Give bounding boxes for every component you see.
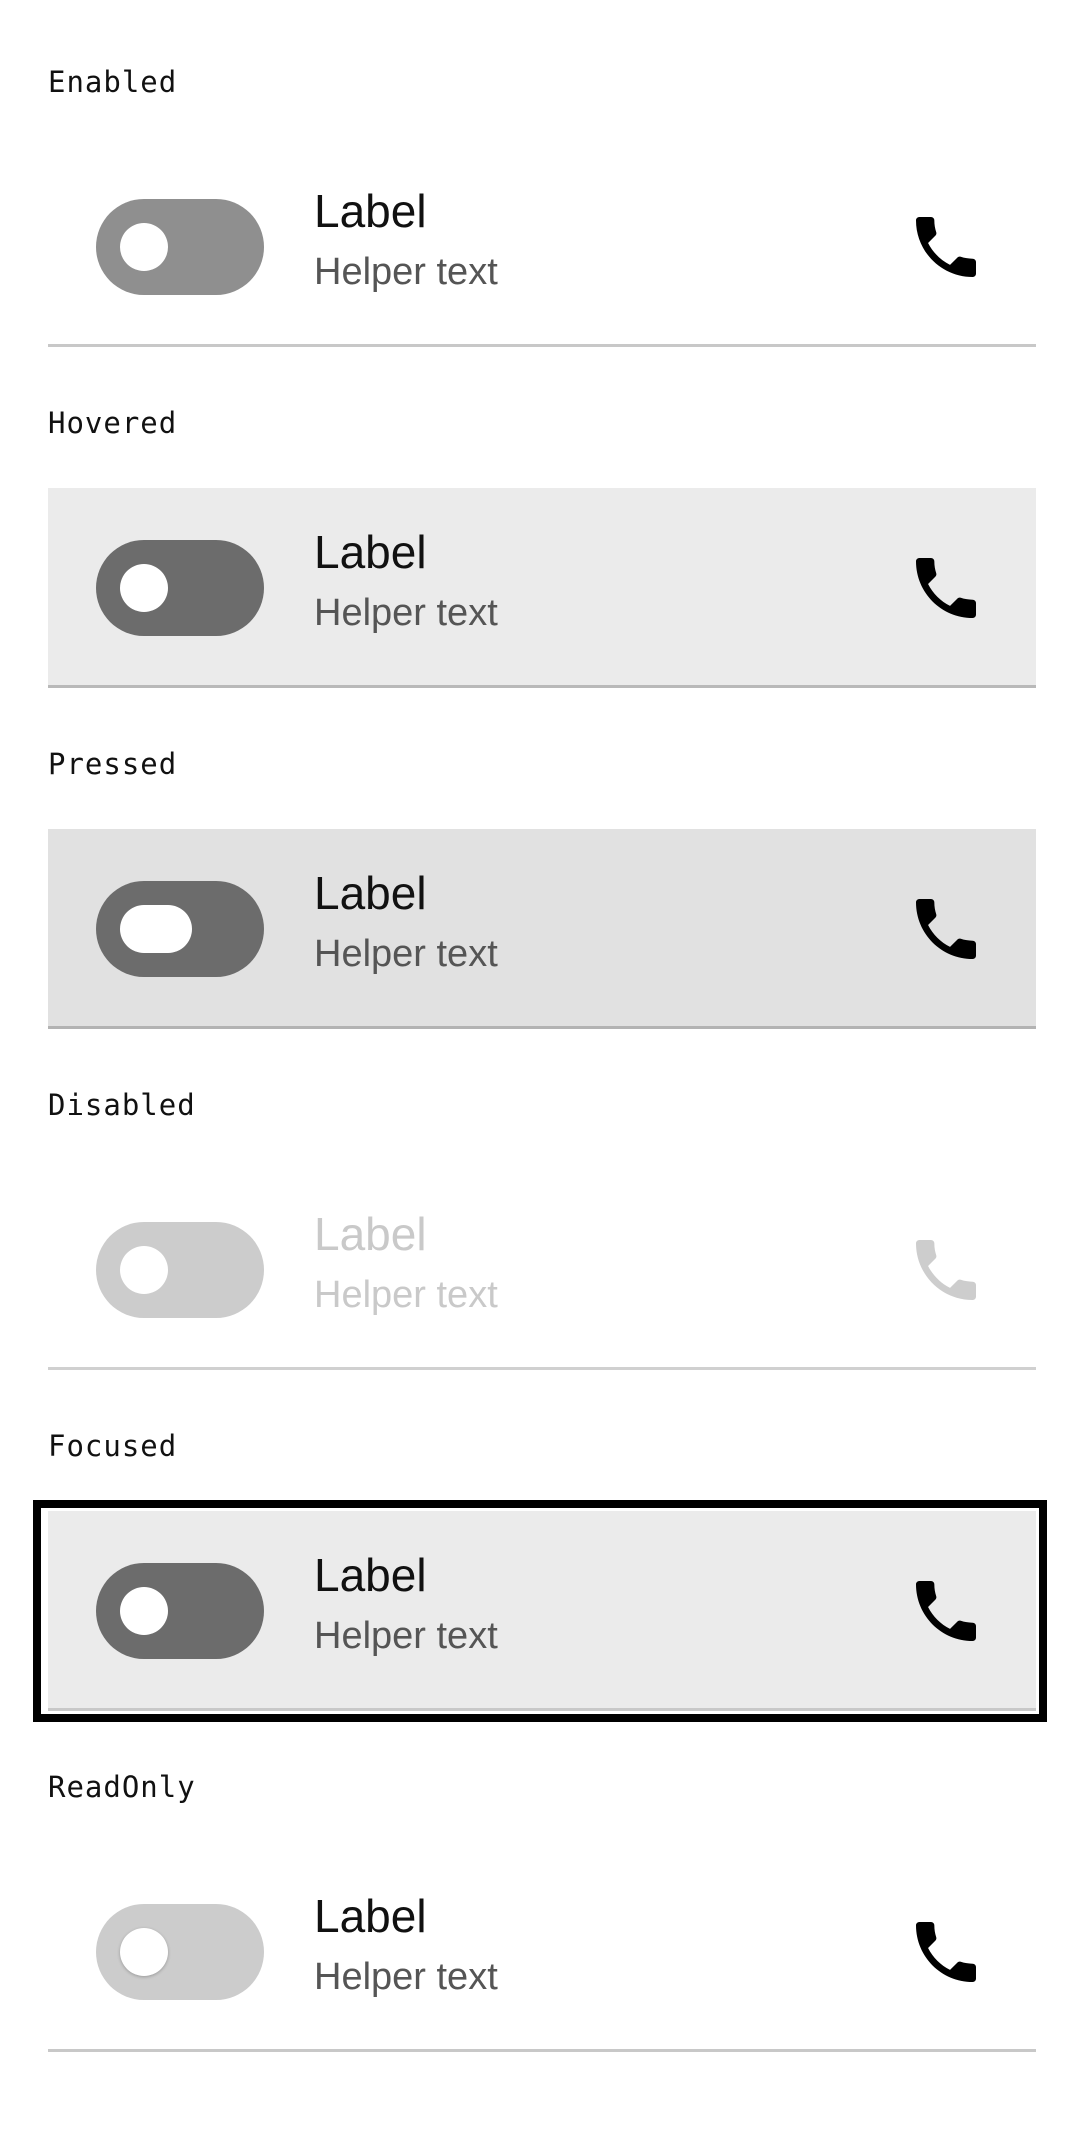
phone-icon [906,1571,986,1651]
switch-thumb [120,905,192,953]
list-item-pressed[interactable]: Label Helper text [48,829,1036,1029]
phone-icon [906,548,986,628]
switch-thumb [120,223,168,271]
switch-toggle [96,1904,264,2000]
phone-icon [906,889,986,969]
switch-thumb [120,1928,168,1976]
switch-toggle[interactable] [96,1563,264,1659]
list-item-label: Label [314,867,427,919]
switch-toggle[interactable] [96,199,264,295]
list-item-focused[interactable]: Label Helper text [48,1511,1036,1711]
list-item-label: Label [314,1890,427,1942]
list-item-hovered[interactable]: Label Helper text [48,488,1036,688]
list-item-helper-text: Helper text [314,251,498,293]
state-caption-disabled: Disabled [48,1088,196,1122]
list-item-helper-text: Helper text [314,933,498,975]
switch-thumb [120,564,168,612]
switch-thumb [120,1587,168,1635]
state-caption-pressed: Pressed [48,747,178,781]
list-item-disabled: Label Helper text [48,1170,1036,1370]
switch-thumb [120,1246,168,1294]
list-item-helper-text: Helper text [314,1615,498,1657]
list-item-helper-text: Helper text [314,592,498,634]
state-caption-hovered: Hovered [48,406,178,440]
list-item-readonly[interactable]: Label Helper text [48,1852,1036,2052]
list-item-label: Label [314,526,427,578]
list-item-helper-text: Helper text [314,1956,498,1998]
list-item-helper-text: Helper text [314,1274,498,1316]
switch-toggle[interactable] [96,540,264,636]
list-item-label: Label [314,1549,427,1601]
switch-toggle [96,1222,264,1318]
phone-icon [906,1912,986,1992]
list-item-label: Label [314,1208,427,1260]
list-item-enabled[interactable]: Label Helper text [48,147,1036,347]
state-caption-readonly: ReadOnly [48,1770,196,1804]
phone-icon [906,207,986,287]
phone-icon [906,1230,986,1310]
state-caption-focused: Focused [48,1429,178,1463]
switch-toggle[interactable] [96,881,264,977]
list-item-label: Label [314,185,427,237]
state-caption-enabled: Enabled [48,65,178,99]
